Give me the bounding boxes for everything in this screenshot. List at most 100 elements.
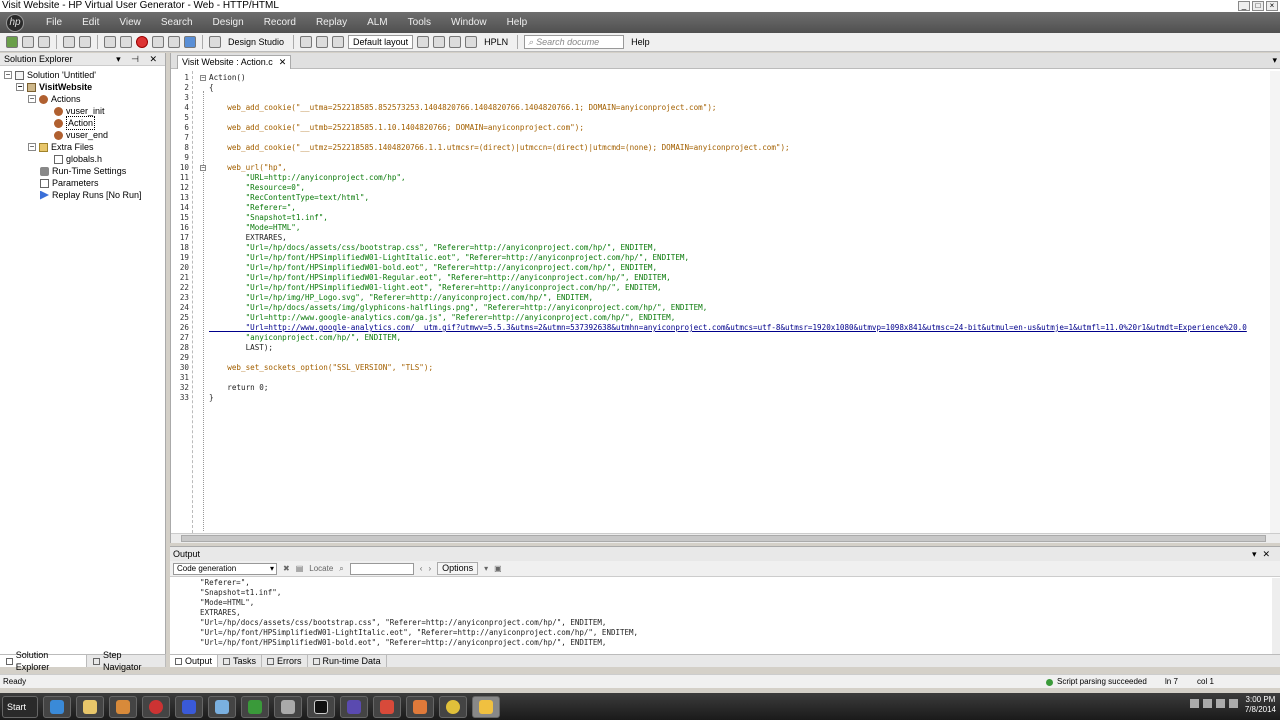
code-line[interactable]: { [209, 83, 214, 93]
code-line[interactable]: web_add_cookie("__utma=252218585.8525732… [209, 103, 716, 113]
output-filter-dropdown[interactable]: Code generation [173, 562, 277, 575]
collapse-icon[interactable]: − [16, 83, 24, 91]
panel-controls[interactable]: ▾ ⊣ ✕ [116, 53, 161, 66]
code-line[interactable]: EXTRARES, [209, 233, 287, 243]
taskbar-cmd[interactable] [307, 695, 335, 718]
menu-search[interactable]: Search [151, 17, 203, 28]
code-line[interactable]: "Referer=", [209, 203, 296, 213]
taskbar-vugen[interactable] [472, 695, 500, 718]
copy-icon[interactable]: ▤ [296, 564, 304, 573]
taskbar-media[interactable] [109, 695, 137, 718]
scrollbar-thumb[interactable] [181, 535, 1266, 542]
next-icon[interactable]: › [428, 564, 431, 573]
taskbar-doc[interactable] [175, 695, 203, 718]
close-tab-icon[interactable]: ✕ [279, 56, 287, 69]
hpln-icon[interactable] [465, 36, 478, 48]
code-line[interactable]: web_add_cookie("__utmb=252218585.1.10.14… [209, 123, 584, 133]
options-button[interactable]: Options [437, 562, 479, 575]
pen-icon[interactable] [433, 36, 446, 48]
code-line[interactable]: } [209, 393, 214, 403]
collapse-icon[interactable]: − [28, 143, 36, 151]
code-line[interactable]: "Url=/hp/font/HPSimplifiedW01-light.eot"… [209, 283, 662, 293]
clock[interactable]: 3:00 PM 7/8/2014 [1245, 695, 1276, 715]
minimize-button[interactable]: _ [1238, 1, 1250, 11]
prev-icon[interactable]: ‹ [420, 564, 423, 573]
undo-icon[interactable] [63, 36, 75, 48]
tree-item-action[interactable]: Action [54, 116, 96, 130]
taskbar-tools2[interactable] [406, 695, 434, 718]
tree-item-vuser-end[interactable]: vuser_end [54, 129, 108, 141]
tree-item-script[interactable]: − VisitWebsite [16, 81, 92, 93]
tree-item-globals[interactable]: globals.h [54, 153, 102, 165]
tree-item-runtime-settings[interactable]: Run-Time Settings [40, 165, 126, 177]
code-line[interactable]: "Url=/hp/img/HP_Logo.svg", "Referer=http… [209, 293, 593, 303]
menu-file[interactable]: File [36, 17, 72, 28]
code-line[interactable]: "Url=http://www.google-analytics.com/__u… [209, 323, 1247, 333]
code-line[interactable]: "RecContentType=text/html", [209, 193, 369, 203]
tree-item-replay-runs[interactable]: Replay Runs [No Run] [40, 189, 142, 201]
taskbar-ie[interactable] [43, 695, 71, 718]
editor-vertical-scrollbar[interactable] [1270, 71, 1280, 533]
save-output-icon[interactable]: ▣ [494, 564, 502, 573]
menu-record[interactable]: Record [254, 17, 306, 28]
save-icon[interactable] [38, 36, 50, 48]
taskbar-settings[interactable] [274, 695, 302, 718]
hpln-button[interactable]: HPLN [481, 37, 511, 47]
taskbar-chrome-app[interactable] [142, 695, 170, 718]
editor-horizontal-scrollbar[interactable] [171, 533, 1280, 543]
help-button[interactable]: Help [628, 37, 653, 47]
fold-toggle-icon[interactable]: − [200, 75, 206, 81]
new-script-icon[interactable] [6, 36, 18, 48]
collapse-icon[interactable]: − [28, 95, 36, 103]
tray-icon[interactable] [1203, 699, 1212, 708]
code-line[interactable]: web_add_cookie("__utmz=252218585.1404820… [209, 143, 789, 153]
maximize-button[interactable]: □ [1252, 1, 1264, 11]
close-button[interactable]: × [1266, 1, 1278, 11]
code-line[interactable]: "Mode=HTML", [209, 223, 301, 233]
tab-errors[interactable]: Errors [262, 655, 308, 667]
regenerate-icon[interactable] [152, 36, 164, 48]
menu-design[interactable]: Design [203, 17, 254, 28]
tree-item-actions[interactable]: − Actions [28, 93, 81, 105]
menu-edit[interactable]: Edit [72, 17, 109, 28]
apps-icon[interactable] [449, 36, 462, 48]
tab-output[interactable]: Output [170, 655, 219, 667]
code-line[interactable]: web_set_sockets_option("SSL_VERSION", "T… [209, 363, 433, 373]
taskbar-search[interactable] [208, 695, 236, 718]
tab-action-c[interactable]: Visit Website : Action.c ✕ [177, 55, 292, 69]
open-icon[interactable] [22, 36, 34, 48]
clear-icon[interactable]: ✖ [283, 564, 290, 573]
code-line[interactable]: Action() [209, 73, 246, 83]
code-line[interactable]: "URL=http://anyiconproject.com/hp", [209, 173, 406, 183]
options-dropdown-icon[interactable]: ▾ [484, 564, 488, 573]
menu-tools[interactable]: Tools [398, 17, 441, 28]
tree-item-parameters[interactable]: Parameters [40, 177, 99, 189]
panel-controls[interactable]: ▾✕ [1252, 547, 1276, 561]
design-studio-icon[interactable] [209, 36, 221, 48]
tab-step-navigator[interactable]: Step Navigator [87, 650, 166, 672]
redo-icon[interactable] [79, 36, 91, 48]
find-icon[interactable]: ⌕ [339, 564, 343, 574]
menu-alm[interactable]: ALM [357, 17, 398, 28]
menu-view[interactable]: View [109, 17, 151, 28]
output-search-input[interactable] [349, 562, 414, 575]
menu-replay[interactable]: Replay [306, 17, 357, 28]
replay-icon[interactable] [184, 36, 196, 48]
code-line[interactable]: "Url=/hp/docs/assets/css/bootstrap.css",… [209, 243, 657, 253]
compile-icon[interactable] [104, 36, 116, 48]
shield-icon[interactable] [417, 36, 430, 48]
code-line[interactable]: "Url=/hp/font/HPSimplifiedW01-Regular.eo… [209, 273, 671, 283]
code-line[interactable]: "Url=/hp/font/HPSimplifiedW01-bold.eot",… [209, 263, 657, 273]
code-line[interactable]: "anyiconproject.com/hp/", ENDITEM, [209, 333, 401, 343]
tree-item-extra-files[interactable]: − Extra Files [28, 141, 94, 153]
layout-icon[interactable] [300, 36, 313, 48]
tab-runtime-data[interactable]: Run-time Data [308, 655, 387, 667]
taskbar-explorer[interactable] [76, 695, 104, 718]
fold-toggle-icon[interactable]: − [200, 165, 206, 171]
taskbar-tools1[interactable] [373, 695, 401, 718]
window-icon[interactable] [332, 36, 345, 48]
tree-item-solution[interactable]: − Solution 'Untitled' [4, 69, 96, 81]
taskbar-chrome[interactable] [439, 695, 467, 718]
collapse-icon[interactable]: − [4, 71, 12, 79]
menu-help[interactable]: Help [497, 17, 538, 28]
